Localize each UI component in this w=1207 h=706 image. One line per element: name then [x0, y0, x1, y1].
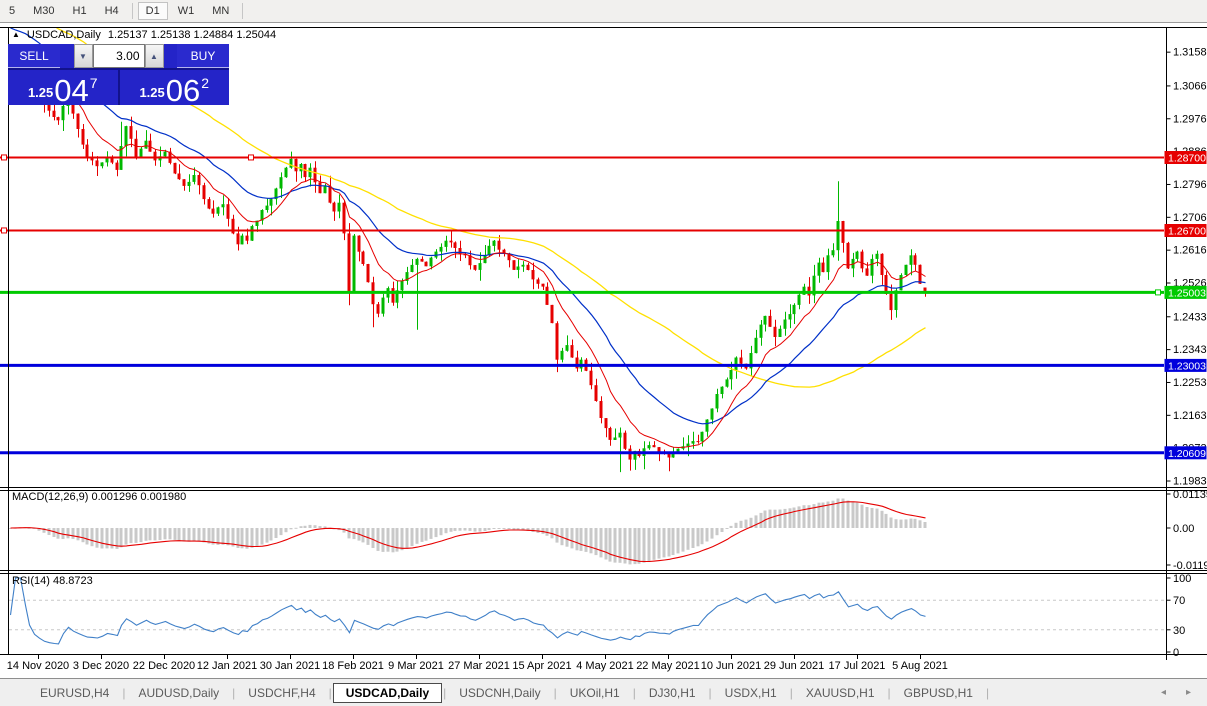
tab-divider: | — [122, 685, 126, 700]
sell-button[interactable]: SELL — [8, 44, 60, 68]
date-tick-label: 5 Aug 2021 — [892, 660, 948, 672]
rsi-tick-label: 70 — [1173, 595, 1185, 607]
sell-price-big-digits: 04 — [54, 72, 89, 108]
buy-price-big-digits: 06 — [165, 72, 201, 108]
date-tick-label: 3 Dec 2020 — [73, 660, 129, 672]
date-tick-label: 14 Nov 2020 — [7, 660, 69, 672]
date-tick-label: 29 Jun 2021 — [764, 660, 825, 672]
chart-tab-usdchf-h4[interactable]: USDCHF,H4 — [236, 682, 327, 704]
tab-divider: | — [985, 685, 990, 700]
macd-tick-label: -0.01190 — [1173, 560, 1207, 572]
tab-scroll-right-icon[interactable]: ▸ — [1186, 687, 1191, 698]
volume-decrease-button[interactable]: ▼ — [73, 44, 93, 68]
price-tick-label: 1.24335 — [1173, 311, 1207, 323]
chart-ohlc-values: 1.25137 1.25138 1.24884 1.25044 — [107, 29, 277, 41]
tab-divider: | — [232, 685, 236, 700]
price-tick-label: 1.21635 — [1173, 410, 1207, 422]
trade-panel-spacer — [164, 44, 178, 68]
macd-tick-label: 0.00 — [1173, 523, 1194, 535]
sell-price-pip-digit: 7 — [89, 75, 98, 91]
date-tick-label: 9 Mar 2021 — [388, 660, 444, 672]
chart-tab-usdcnh-daily[interactable]: USDCNH,Daily — [447, 682, 552, 704]
date-tick-label: 30 Jan 2021 — [260, 660, 321, 672]
price-axis: 1.315851.306601.297601.288601.279601.270… — [1164, 47, 1207, 659]
price-tick-label: 1.30660 — [1173, 80, 1207, 92]
date-axis: 14 Nov 2020 3 Dec 2020 22 Dec 2020 12 Jan 2… — [7, 655, 948, 672]
trade-panel-top-row: SELL ▼ 3.00 ▲ BUY — [8, 44, 229, 68]
one-click-trading-panel: SELL ▼ 3.00 ▲ BUY 1.25 04 7 1.25 06 2 — [8, 44, 229, 108]
chart-tab-audusd-daily[interactable]: AUDUSD,Daily — [126, 682, 231, 704]
rsi-tick-label: 0 — [1173, 647, 1179, 659]
date-tick-label: 10 Jun 2021 — [701, 660, 762, 672]
hline-handle[interactable] — [248, 154, 254, 161]
chart-tab-bar: EURUSD,H4 | AUDUSD,Daily | USDCHF,H4 | USDCAD,… — [0, 678, 1207, 706]
volume-field[interactable]: 3.00 — [92, 44, 145, 68]
date-tick-label: 17 Jul 2021 — [829, 660, 886, 672]
price-tick-label: 1.27960 — [1173, 179, 1207, 191]
price-tick-label: 1.19835 — [1173, 476, 1207, 488]
buy-button[interactable]: BUY — [177, 44, 229, 68]
chart-tab-dj30-h1[interactable]: DJ30,H1 — [637, 682, 708, 704]
trade-panel-price-row: 1.25 04 7 1.25 06 2 — [8, 68, 229, 108]
macd-layer — [8, 498, 927, 565]
tab-divider: | — [443, 685, 447, 700]
buy-price-display[interactable]: 1.25 06 2 — [119, 70, 229, 108]
chart-tab-xauusd-h1[interactable]: XAUUSD,H1 — [794, 682, 887, 704]
tab-divider: | — [632, 685, 636, 700]
rsi-tick-label: 100 — [1173, 573, 1191, 585]
tab-divider: | — [328, 685, 332, 700]
price-tick-label: 1.31585 — [1173, 47, 1207, 59]
rsi-indicator-label: RSI(14) 48.8723 — [12, 575, 93, 587]
tab-divider: | — [789, 685, 793, 700]
hline-handle[interactable] — [1, 154, 7, 161]
price-tick-label: 1.23435 — [1173, 344, 1207, 356]
price-tick-label: 1.27060 — [1173, 212, 1207, 224]
buy-price-pip-digit: 2 — [201, 75, 210, 91]
date-tick-label: 22 May 2021 — [636, 660, 700, 672]
buy-price-prefix: 1.25 — [139, 85, 165, 100]
date-tick-label: 18 Feb 2021 — [322, 660, 384, 672]
date-tick-label: 22 Dec 2020 — [133, 660, 195, 672]
chart-tab-usdcad-daily[interactable]: USDCAD,Daily — [332, 682, 443, 703]
date-tick-label: 12 Jan 2021 — [197, 660, 258, 672]
sell-price-display[interactable]: 1.25 04 7 — [8, 70, 118, 108]
rsi-layer — [9, 577, 1164, 645]
tab-scroll-left-icon[interactable]: ◂ — [1161, 687, 1166, 698]
chart-collapse-icon[interactable]: ▲ — [12, 31, 20, 39]
date-tick-label: 4 May 2021 — [576, 660, 633, 672]
trade-panel-spacer — [60, 44, 74, 68]
volume-increase-button[interactable]: ▲ — [144, 44, 164, 68]
chart-tab-usdx-h1[interactable]: USDX,H1 — [713, 682, 789, 704]
candles-layer — [8, 44, 927, 473]
chart-symbol-period: USDCAD,Daily — [26, 29, 101, 41]
macd-indicator-label: MACD(12,26,9) 0.001296 0.001980 — [12, 491, 187, 503]
hline-price-chip: 1.23003 — [1168, 360, 1206, 372]
hline-handle[interactable] — [1155, 289, 1161, 296]
hline-price-chip: 1.26700 — [1168, 226, 1206, 238]
tab-divider: | — [553, 685, 557, 700]
hline-price-chip: 1.20609 — [1168, 448, 1206, 460]
macd-tick-label: 0.01135 — [1173, 489, 1207, 501]
rsi-tick-label: 30 — [1173, 625, 1185, 637]
date-tick-label: 27 Mar 2021 — [448, 660, 510, 672]
hline-price-chip: 1.25003 — [1168, 287, 1206, 299]
date-tick-label: 15 Apr 2021 — [512, 660, 571, 672]
price-tick-label: 1.22535 — [1173, 377, 1207, 389]
tab-divider: | — [887, 685, 891, 700]
sell-price-prefix: 1.25 — [27, 85, 54, 100]
tab-divider: | — [708, 685, 712, 700]
chart-tab-gbpusd-h1[interactable]: GBPUSD,H1 — [892, 682, 985, 704]
price-tick-label: 1.26160 — [1173, 245, 1207, 257]
chart-title: ▲ USDCAD,Daily 1.25137 1.25138 1.24884 1… — [12, 29, 276, 41]
price-tick-label: 1.29760 — [1173, 113, 1207, 125]
chart-tab-ukoil-h1[interactable]: UKOil,H1 — [558, 682, 632, 704]
chart-tab-eurusd-h4[interactable]: EURUSD,H4 — [28, 682, 121, 704]
hline-handle[interactable] — [1, 227, 7, 234]
tab-scroll-arrows: ◂ ▸ — [1161, 687, 1191, 698]
hline-price-chip: 1.28700 — [1168, 153, 1206, 165]
